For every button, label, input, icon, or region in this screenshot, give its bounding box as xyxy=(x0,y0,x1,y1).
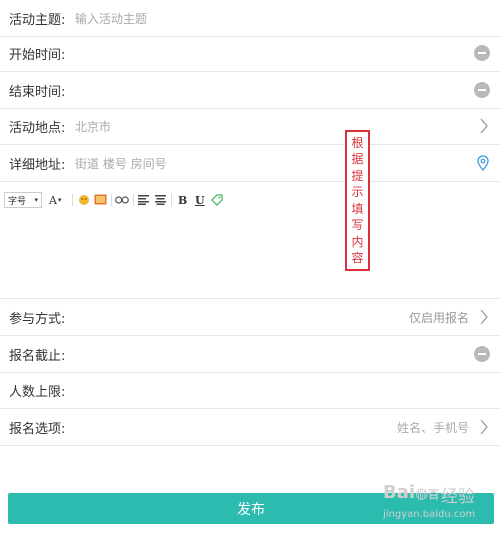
font-size-label: 字号 xyxy=(8,196,27,207)
callout-char: 根 xyxy=(351,135,364,150)
align-center-icon[interactable] xyxy=(155,195,166,205)
toolbar-divider xyxy=(111,194,112,206)
chevron-right-icon xyxy=(480,309,488,325)
topic-label: 活动主题: xyxy=(9,12,66,28)
font-color-label: A xyxy=(49,193,57,207)
location-pin-icon[interactable] xyxy=(477,155,489,171)
address-input[interactable]: 街道 楼号 房间号 xyxy=(75,155,167,172)
callout-char: 提 xyxy=(351,168,364,183)
underline-button[interactable]: U xyxy=(195,192,205,208)
location-row[interactable]: 活动地点: 北京市 xyxy=(0,108,500,145)
location-value: 北京市 xyxy=(75,119,112,134)
callout-char: 据 xyxy=(351,152,364,166)
start-time-label: 开始时间: xyxy=(9,47,66,63)
paw-icon: ◍ xyxy=(415,484,429,502)
annotation-callout: 根 据 提 示 填 写 内 容 xyxy=(345,130,370,271)
link-icon[interactable] xyxy=(115,196,129,204)
minus-circle-icon[interactable] xyxy=(474,45,490,61)
location-label: 活动地点: xyxy=(9,120,66,136)
watermark-experience: 经验 xyxy=(441,487,475,507)
callout-char: 填 xyxy=(351,201,364,216)
editor-toolbar: 字号 ▾ A ▾ B U xyxy=(0,188,500,212)
chevron-right-icon xyxy=(480,118,488,134)
max-people-row[interactable]: 人数上限: xyxy=(0,372,500,409)
callout-char: 写 xyxy=(351,218,364,232)
callout-char: 内 xyxy=(351,234,364,249)
signup-options-row[interactable]: 报名选项: 姓名、手机号 xyxy=(0,409,500,446)
topic-input[interactable]: 输入活动主题 xyxy=(75,10,147,27)
align-left-icon[interactable] xyxy=(138,195,149,205)
minus-circle-icon[interactable] xyxy=(474,346,490,362)
toolbar-divider xyxy=(171,194,172,206)
signup-options-value: 姓名、手机号 xyxy=(396,420,469,435)
callout-char: 容 xyxy=(351,251,364,265)
bold-button[interactable]: B xyxy=(178,192,187,208)
tag-icon[interactable] xyxy=(211,194,223,206)
participation-row[interactable]: 参与方式: 仅启用报名 xyxy=(0,299,500,336)
caret-down-icon: ▾ xyxy=(34,196,38,204)
font-size-select[interactable]: 字号 ▾ xyxy=(4,192,42,208)
watermark-url: jingyan.baidu.com xyxy=(383,509,476,520)
chevron-right-icon xyxy=(480,419,488,435)
end-time-row[interactable]: 结束时间: xyxy=(0,72,500,109)
minus-circle-icon[interactable] xyxy=(474,82,490,98)
deadline-label: 报名截止: xyxy=(9,348,66,364)
deadline-row[interactable]: 报名截止: xyxy=(0,336,500,373)
participation-value: 仅启用报名 xyxy=(408,310,469,325)
watermark-logo: Bai◍百 xyxy=(383,482,440,503)
toolbar-divider xyxy=(72,194,73,206)
signup-options-label: 报名选项: xyxy=(9,421,66,437)
topic-row: 活动主题: 输入活动主题 xyxy=(0,0,500,37)
address-label: 详细地址: xyxy=(9,157,66,173)
toolbar-divider xyxy=(133,194,134,206)
start-time-row[interactable]: 开始时间: xyxy=(0,35,500,72)
address-row: 详细地址: 街道 楼号 房间号 xyxy=(0,145,500,182)
rich-text-editor[interactable] xyxy=(0,212,500,299)
font-color-button[interactable]: A ▾ xyxy=(49,192,61,208)
max-people-label: 人数上限: xyxy=(9,384,66,400)
end-time-label: 结束时间: xyxy=(9,84,66,100)
participation-label: 参与方式: xyxy=(9,311,66,327)
image-icon[interactable] xyxy=(94,194,107,205)
baidu-watermark: Bai◍百 经验 jingyan.baidu.com xyxy=(383,480,498,526)
emoji-icon[interactable] xyxy=(78,194,90,206)
caret-down-icon: ▾ xyxy=(57,196,62,204)
callout-char: 示 xyxy=(351,185,364,199)
